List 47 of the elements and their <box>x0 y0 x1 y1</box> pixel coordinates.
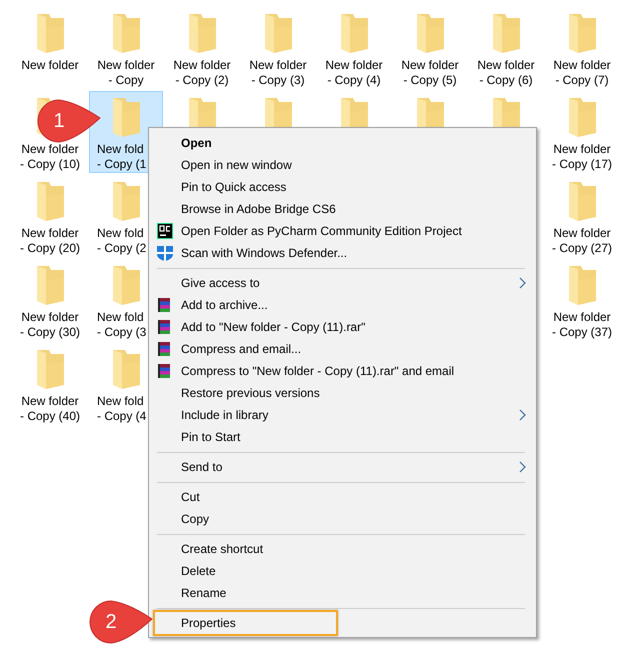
menu-item[interactable]: Send to <box>149 456 536 478</box>
folder-name[interactable]: New folder - Copy (10) <box>20 142 80 172</box>
shield-icon <box>157 245 173 261</box>
folder-name[interactable]: New folder - Copy (30) <box>20 310 80 340</box>
menu-item[interactable]: Create shortcut <box>149 538 536 560</box>
menu-item[interactable]: Open in new window <box>149 154 536 176</box>
menu-item[interactable]: Copy <box>149 508 536 530</box>
folder-name[interactable]: New fold - Copy (3 <box>97 310 146 340</box>
folder-name[interactable]: New folder - Copy (3) <box>249 58 307 88</box>
menu-item[interactable]: Open <box>149 132 536 154</box>
callout-badge: 2 <box>88 599 154 645</box>
menu-item[interactable]: Restore previous versions <box>149 382 536 404</box>
menu-item[interactable]: Open Folder as PyCharm Community Edition Project <box>149 220 536 242</box>
menu-item[interactable]: Pin to Quick access <box>149 176 536 198</box>
books-icon <box>157 319 173 335</box>
books-icon <box>157 363 173 379</box>
folder-name[interactable]: New fold - Copy (4 <box>97 394 146 424</box>
menu-item[interactable]: Compress and email... <box>149 338 536 360</box>
menu-item[interactable]: Compress to "New folder - Copy (11).rar" and email <box>149 360 536 382</box>
folder-name[interactable]: New folder - Copy (5) <box>401 58 459 88</box>
folder-name[interactable]: New folder - Copy (40) <box>20 394 80 424</box>
menu-item[interactable]: Scan with Windows Defender... <box>149 242 536 264</box>
menu-item[interactable]: Cut <box>149 486 536 508</box>
folder-name[interactable]: New folder - Copy (17) <box>552 142 612 172</box>
folder-name[interactable]: New folder - Copy <box>97 58 155 88</box>
folder-name[interactable]: New folder - Copy (27) <box>552 226 612 256</box>
folder-name[interactable]: New folder <box>21 58 79 73</box>
menu-item[interactable]: Browse in Adobe Bridge CS6 <box>149 198 536 220</box>
menu-item[interactable]: Properties <box>153 610 338 636</box>
folder-name[interactable]: New folder - Copy (20) <box>20 226 80 256</box>
pycharm-icon <box>157 223 173 239</box>
callout-badge: 1 <box>36 98 102 144</box>
folder-name[interactable]: New folder - Copy (4) <box>325 58 383 88</box>
menu-item[interactable]: Pin to Start <box>149 426 536 448</box>
books-icon <box>157 341 173 357</box>
menu-item[interactable]: Include in library <box>149 404 536 426</box>
books-icon <box>157 297 173 313</box>
folder-name[interactable]: New folder - Copy (7) <box>553 58 611 88</box>
menu-item[interactable]: Add to archive... <box>149 294 536 316</box>
folder-name[interactable]: New fold - Copy (2 <box>97 226 146 256</box>
menu-item[interactable]: Add to "New folder - Copy (11).rar" <box>149 316 536 338</box>
folder-name[interactable]: New folder - Copy (2) <box>173 58 231 88</box>
menu-item[interactable]: Delete <box>149 560 536 582</box>
folder-name[interactable]: New folder - Copy (37) <box>552 310 612 340</box>
menu-item[interactable]: Give access to <box>149 272 536 294</box>
folder-name[interactable]: New folder - Copy (6) <box>477 58 535 88</box>
folder-name[interactable]: New fold - Copy (1 <box>97 142 146 172</box>
